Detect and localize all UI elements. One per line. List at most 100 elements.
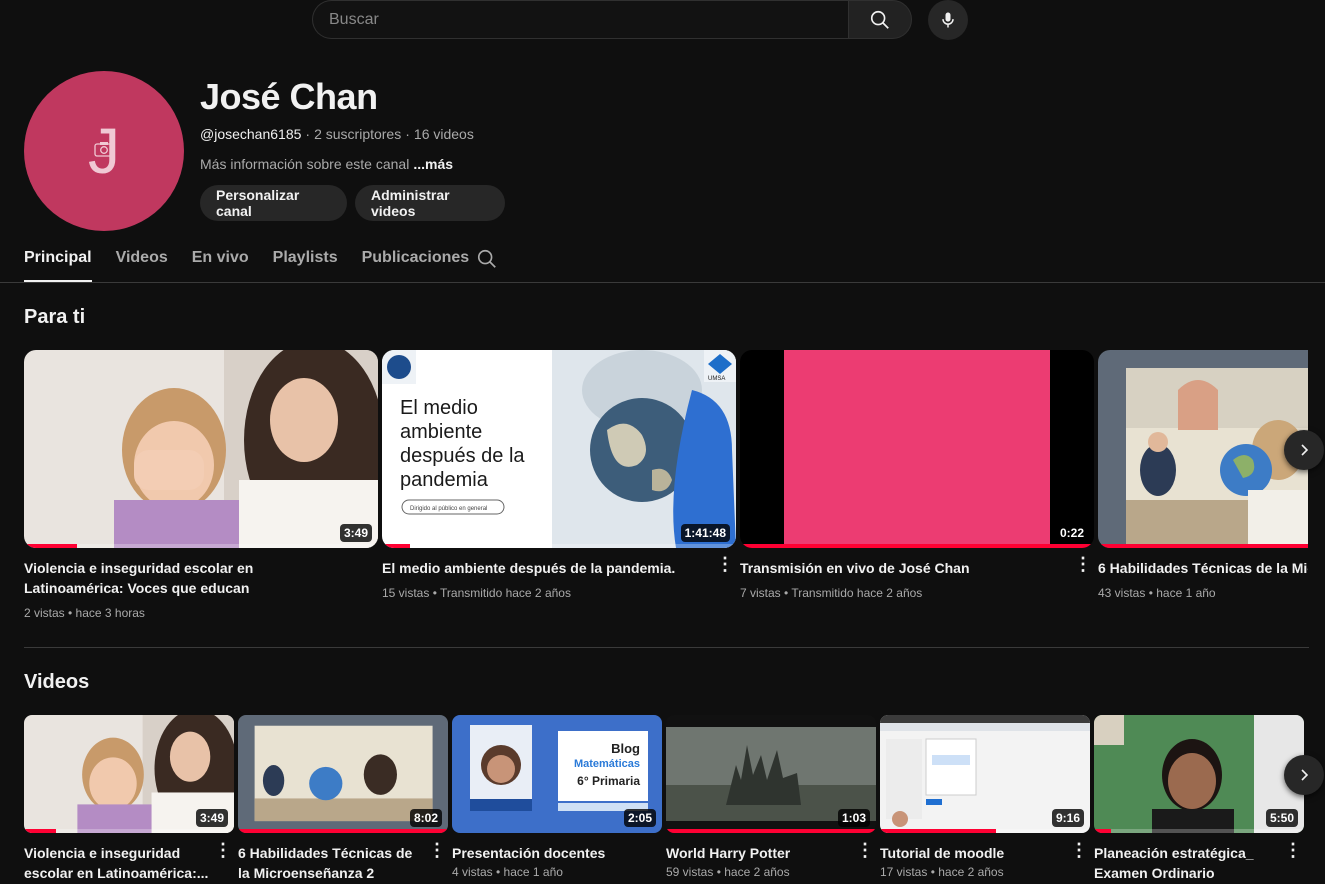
- channel-meta: @josechan6185 · 2 suscriptores · 16 vide…: [200, 126, 474, 142]
- video-options-button[interactable]: ⋮: [856, 841, 874, 859]
- camera-icon: [94, 142, 114, 157]
- dots-icon: ⋮: [214, 840, 232, 860]
- video-title[interactable]: Transmisión en vivo de José Chan: [740, 558, 1094, 578]
- video-thumbnail[interactable]: 9:16: [880, 715, 1090, 833]
- for-you-shelf: 3:49 Violencia e inseguridad escolar en …: [0, 350, 1308, 630]
- video-title[interactable]: Tutorial de moodle: [880, 843, 1090, 863]
- video-thumbnail[interactable]: 5:50: [1094, 715, 1304, 833]
- manage-videos-button[interactable]: Administrar videos: [355, 185, 505, 221]
- video-title[interactable]: 6 Habilidades Técnicas de la Microenseña…: [238, 843, 448, 883]
- watch-progress: [1098, 544, 1308, 548]
- dots-icon: ⋮: [1284, 840, 1302, 860]
- channel-handle: @josechan6185: [200, 126, 302, 142]
- shelf-next-button[interactable]: [1284, 430, 1324, 470]
- thumb-text-grade: 6° Primaria: [577, 774, 640, 788]
- video-count: 16 videos: [413, 126, 474, 142]
- youtube-channel-page: J José Chan @josechan6185 · 2 suscriptor…: [0, 0, 1325, 884]
- video-card[interactable]: 0:22 Transmisión en vivo de José Chan ⋮ …: [740, 350, 1094, 600]
- video-card[interactable]: El medio ambiente después de la pandemia…: [382, 350, 736, 600]
- video-meta: 15 vistas • Transmitido hace 2 años: [382, 586, 571, 600]
- video-duration: 9:16: [1051, 809, 1084, 827]
- video-thumbnail[interactable]: 0:22: [740, 350, 1094, 548]
- tab-en-vivo[interactable]: En vivo: [192, 240, 249, 282]
- search-bar: [312, 0, 912, 39]
- video-options-button[interactable]: ⋮: [428, 841, 446, 859]
- svg-text:El medio: El medio: [400, 397, 478, 419]
- channel-name: José Chan: [200, 76, 378, 117]
- thumbnail-image: [1098, 350, 1308, 548]
- thumbnail-image: [784, 350, 1050, 548]
- video-options-button[interactable]: ⋮: [214, 841, 232, 859]
- progress-track: [1094, 829, 1304, 833]
- video-card[interactable]: 8:02 6 Habilidades Técnicas de la Microe…: [238, 715, 448, 883]
- thumbnail-image: [24, 350, 378, 548]
- search-icon: [477, 249, 496, 268]
- meta-separator: ·: [305, 126, 311, 142]
- video-card[interactable]: 9:16 Tutorial de moodle ⋮ 17 vistas • ha…: [880, 715, 1090, 879]
- video-thumbnail[interactable]: 3:49: [24, 350, 378, 548]
- channel-about-link[interactable]: Más información sobre este canal ...más: [200, 156, 453, 172]
- video-duration: 2:05: [623, 809, 656, 827]
- video-meta: 59 vistas • hace 2 años: [666, 865, 790, 879]
- video-duration: 0:22: [1055, 524, 1088, 542]
- channel-avatar[interactable]: J: [24, 71, 184, 231]
- video-meta: 4 vistas • hace 1 año: [452, 865, 563, 879]
- video-title[interactable]: Presentación docentes: [452, 843, 662, 863]
- video-duration: 3:49: [195, 809, 228, 827]
- tab-playlists[interactable]: Playlists: [273, 240, 338, 282]
- chevron-right-icon: [1301, 769, 1309, 781]
- watch-progress: [880, 829, 996, 833]
- video-thumbnail[interactable]: Blog Matemáticas 6° Primaria 2:05: [452, 715, 662, 833]
- dots-icon: ⋮: [1070, 840, 1088, 860]
- watch-progress: [666, 829, 876, 833]
- video-title[interactable]: Violencia e inseguridad escolar en Latin…: [24, 843, 234, 883]
- more-link[interactable]: ...más: [413, 156, 453, 172]
- search-button[interactable]: [848, 0, 912, 39]
- section-divider: [24, 647, 1309, 648]
- video-options-button[interactable]: ⋮: [1070, 841, 1088, 859]
- video-duration: 8:02: [409, 809, 442, 827]
- search-input[interactable]: [312, 0, 848, 39]
- video-card[interactable]: 3:49 Violencia e inseguridad escolar en …: [24, 715, 234, 883]
- watch-progress: [740, 544, 1094, 548]
- channel-search-button[interactable]: [476, 248, 498, 275]
- video-title[interactable]: Violencia e inseguridad escolar en Latin…: [24, 558, 378, 598]
- tab-publicaciones[interactable]: Publicaciones: [362, 240, 470, 282]
- video-thumbnail[interactable]: 1:03: [666, 715, 876, 833]
- progress-track: [24, 544, 378, 548]
- video-title[interactable]: 6 Habilidades Técnicas de la Microenseña…: [1098, 558, 1308, 578]
- customize-channel-button[interactable]: Personalizar canal: [200, 185, 347, 221]
- svg-text:UMSA: UMSA: [708, 376, 725, 382]
- svg-text:después de la: después de la: [400, 445, 525, 467]
- video-duration: 1:41:48: [680, 524, 730, 542]
- meta-separator: ·: [405, 126, 410, 142]
- video-options-button[interactable]: ⋮: [716, 555, 734, 573]
- video-thumbnail[interactable]: El medio ambiente después de la pandemia…: [382, 350, 736, 548]
- tab-principal[interactable]: Principal: [24, 240, 92, 282]
- video-options-button[interactable]: ⋮: [1284, 841, 1302, 859]
- voice-search-button[interactable]: [928, 0, 968, 40]
- video-meta: 43 vistas • hace 1 año: [1098, 586, 1216, 600]
- tabs-divider: [0, 282, 1325, 283]
- video-card[interactable]: 3:49 Violencia e inseguridad escolar en …: [24, 350, 378, 620]
- dots-icon: ⋮: [428, 840, 446, 860]
- video-meta: 2 vistas • hace 3 horas: [24, 606, 145, 620]
- video-title[interactable]: El medio ambiente después de la pandemia…: [382, 558, 736, 578]
- tab-videos[interactable]: Videos: [116, 240, 168, 282]
- svg-text:pandemia: pandemia: [400, 469, 489, 491]
- video-thumbnail[interactable]: [1098, 350, 1308, 548]
- video-thumbnail[interactable]: 3:49: [24, 715, 234, 833]
- video-card[interactable]: 5:50 Planeación estratégica_ Examen Ordi…: [1094, 715, 1304, 883]
- video-duration: 5:50: [1265, 809, 1298, 827]
- progress-track: [382, 544, 736, 548]
- video-card[interactable]: 1:03 World Harry Potter ⋮ 59 vistas • ha…: [666, 715, 876, 879]
- videos-shelf: 3:49 Violencia e inseguridad escolar en …: [0, 715, 1325, 884]
- shelf-next-button[interactable]: [1284, 755, 1324, 795]
- video-card[interactable]: 6 Habilidades Técnicas de la Microenseña…: [1098, 350, 1308, 600]
- video-options-button[interactable]: ⋮: [1074, 555, 1092, 573]
- dots-icon: ⋮: [716, 554, 734, 574]
- video-thumbnail[interactable]: 8:02: [238, 715, 448, 833]
- video-title[interactable]: World Harry Potter: [666, 843, 876, 863]
- video-title[interactable]: Planeación estratégica_ Examen Ordinario: [1094, 843, 1304, 883]
- video-card[interactable]: Blog Matemáticas 6° Primaria 2:05 Presen…: [452, 715, 662, 879]
